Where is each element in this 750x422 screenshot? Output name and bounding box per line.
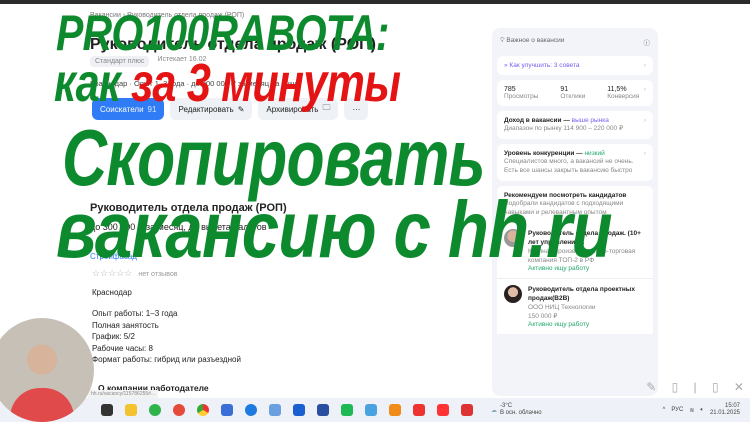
candidate-item[interactable]: Руководитель отдела проектных продаж(B2B… xyxy=(497,278,653,334)
competition-title: Уровень конкуренции — xyxy=(504,150,583,157)
candidate-title: Руководитель отдела проектных продаж(B2B… xyxy=(528,286,635,302)
stat-value: 91 xyxy=(560,86,569,93)
app-icon[interactable] xyxy=(389,404,401,416)
stat-label: Отклики xyxy=(560,93,586,100)
competition-level: низкий xyxy=(584,150,605,157)
tips-card[interactable]: » Как улучшить: 3 совета › xyxy=(497,56,653,75)
headline-line4: вакансию с hh.ru xyxy=(56,185,613,274)
time: 15:07 xyxy=(724,403,740,409)
avatar xyxy=(504,285,522,303)
whatsapp-icon[interactable] xyxy=(149,404,161,416)
clock[interactable]: 15:07 21.01.2025 xyxy=(710,403,740,417)
fact-item: Полная занятость xyxy=(92,320,159,330)
income-range: Диапазон по рынку 114 900 – 220 000 ₽ xyxy=(504,125,624,132)
headline-line2: как за 3 минуты xyxy=(54,53,401,113)
status-url: hh.ru/vacancy/115786255#... xyxy=(88,390,159,398)
competition-text: Специалистов много, а вакансий не очень.… xyxy=(504,158,634,174)
weather-temp: -3°C xyxy=(500,403,513,409)
headline-line1: PRO100RABOTA: xyxy=(56,5,389,61)
stat-label: Просмотры xyxy=(504,93,539,100)
date: 21.01.2025 xyxy=(709,410,740,416)
stat-views: 785 Просмотры xyxy=(504,86,538,100)
candidate-status: Активно ищу работу xyxy=(528,321,590,328)
app-icon[interactable] xyxy=(413,404,425,416)
app-icon[interactable] xyxy=(293,404,305,416)
info-icon[interactable]: ⓘ xyxy=(644,37,651,47)
explorer-icon[interactable] xyxy=(125,404,137,416)
weather-widget[interactable]: ☁ -3°C В осн. облачно xyxy=(491,403,542,417)
lang-indicator[interactable]: РУС xyxy=(671,407,683,413)
app-icon[interactable] xyxy=(269,404,281,416)
stat-responses: 91 Отклики xyxy=(560,86,585,100)
panel-title: Важное о вакансии xyxy=(506,37,565,44)
stat-conversion: 11,5% Конверсия xyxy=(607,86,639,100)
income-level: выше рынка xyxy=(571,117,609,124)
income-title: Доход в вакансии — xyxy=(504,117,570,124)
weather-desc: В осн. облачно xyxy=(500,410,542,416)
wifi-icon[interactable]: ≋ xyxy=(689,407,694,414)
fact-item: Формат работы: гибрид или разъездной xyxy=(92,355,241,364)
city: Краснодар xyxy=(92,288,132,297)
stat-value: 11,5% xyxy=(607,86,627,93)
stat-value: 785 xyxy=(504,86,516,93)
candidate-salary: 150 000 ₽ xyxy=(528,313,558,320)
taskbar: ☁ -3°C В осн. облачно ^ РУС ≋ 🔈︎ 15:07 21.… xyxy=(0,398,750,422)
candidate-company: ООО НИЦ Технологии xyxy=(528,304,596,311)
chrome-icon[interactable] xyxy=(197,404,209,416)
app-icon[interactable] xyxy=(461,404,473,416)
volume-icon[interactable]: 🔈︎ xyxy=(700,407,704,414)
stat-label: Конверсия xyxy=(607,93,640,100)
chevron-right-icon: › xyxy=(643,62,646,69)
app-icon[interactable] xyxy=(221,404,233,416)
chevron-right-icon: › xyxy=(643,86,646,93)
app-icon[interactable] xyxy=(245,404,257,416)
tips-label: Как улучшить: 3 совета xyxy=(509,62,580,69)
competition-card[interactable]: Уровень конкуренции — низкий Специалисто… xyxy=(497,144,653,181)
app-icon[interactable] xyxy=(173,404,185,416)
tray-chevron-icon[interactable]: ^ xyxy=(662,407,665,413)
task-view-icon[interactable] xyxy=(101,404,113,416)
cloud-icon: ☁ xyxy=(491,407,497,414)
facts-list: Опыт работы: 1–3 года Полная занятость Г… xyxy=(92,308,241,366)
chevron-right-icon: › xyxy=(643,150,646,157)
income-card[interactable]: Доход в вакансии — выше рынка Диапазон п… xyxy=(497,111,653,139)
fact-item: Опыт работы: 1–3 года xyxy=(92,309,178,318)
settings-icon[interactable] xyxy=(365,404,377,416)
headline-red-part: за 3 минуты xyxy=(131,53,401,113)
fact-item: График: 5/2 xyxy=(92,332,135,341)
stats-card[interactable]: 785 Просмотры 91 Отклики 11,5% Конверсия › xyxy=(497,80,653,106)
top-bar xyxy=(0,0,750,4)
app-icon[interactable] xyxy=(341,404,353,416)
save-icon[interactable] xyxy=(317,404,329,416)
chevron-right-icon: › xyxy=(643,117,646,124)
headline-green-part: как xyxy=(54,53,121,113)
yandex-icon[interactable] xyxy=(437,404,449,416)
fact-item: Рабочие часы: 8 xyxy=(92,343,153,353)
video-toolbar-icons: ✎ ▯ | ▯ ✕ xyxy=(646,380,750,394)
panel-header: 💡︎ Важное о вакансии ⓘ xyxy=(492,28,658,56)
